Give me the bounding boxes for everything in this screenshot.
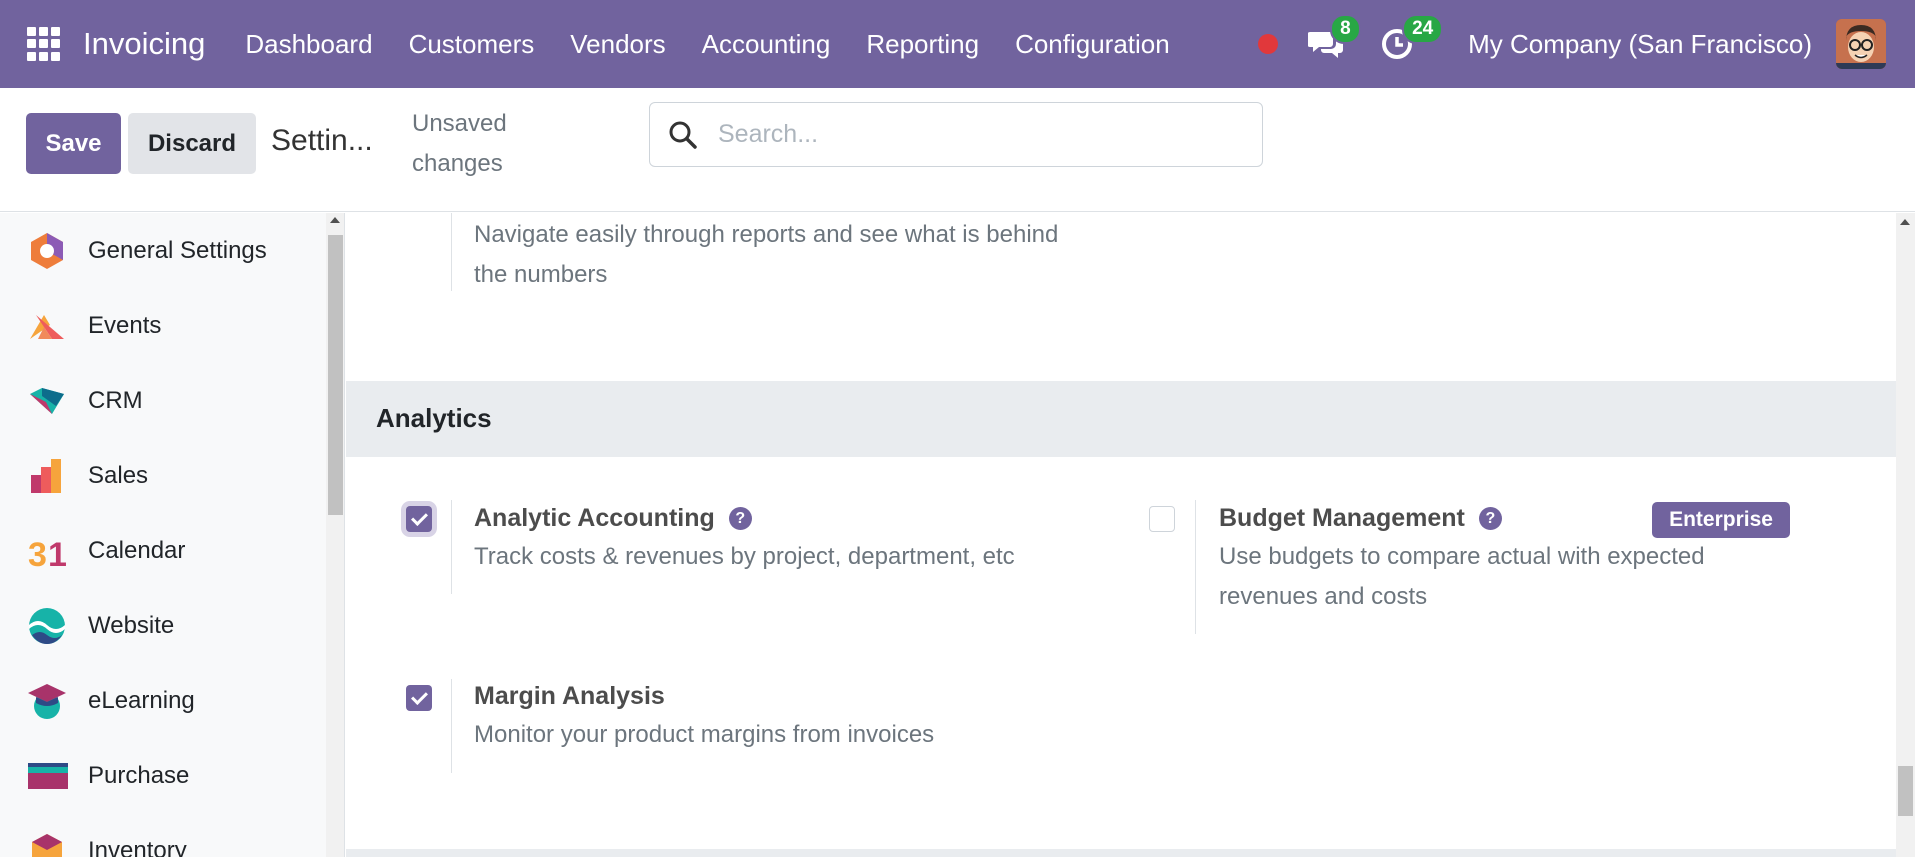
scrollbar-thumb[interactable] [328,235,343,515]
setting-title-text: Margin Analysis [474,682,665,710]
search-box[interactable] [649,102,1263,167]
calendar-icon: 3 1 [28,536,67,572]
sidebar-item-label: Events [88,312,162,339]
setting-title: Analytic Accounting ? [474,504,1015,533]
messages-count-badge: 8 [1330,14,1361,44]
app-brand[interactable]: Invoicing [83,26,205,62]
sidebar-item-label: eLearning [88,687,195,714]
search-input[interactable] [718,120,1218,149]
sidebar-item-elearning[interactable]: eLearning [0,671,320,731]
unsaved-changes-indicator: Unsaved changes [412,110,507,177]
sidebar-item-label: Sales [88,462,149,489]
menu-dashboard[interactable]: Dashboard [245,29,372,60]
save-button[interactable]: Save [26,113,121,174]
menu-vendors[interactable]: Vendors [570,29,665,60]
sidebar-item-label: Inventory [88,837,187,857]
sidebar-item-label: Purchase [88,762,190,789]
scroll-up-icon[interactable] [1900,219,1910,225]
margin-analysis-checkbox[interactable] [406,685,432,711]
content-scrollbar[interactable] [1896,213,1915,857]
scrollbar-thumb[interactable] [1898,766,1913,816]
help-icon[interactable]: ? [728,507,752,530]
sidebar-item-calendar[interactable]: 3 1 Calendar [0,521,320,581]
website-icon [29,608,65,644]
control-panel: Save Discard Settin... Unsaved changes [0,88,1915,212]
sidebar-item-events[interactable]: Events [0,296,320,356]
setting-description: Track costs & revenues by project, depar… [474,543,1015,570]
enterprise-badge[interactable]: Enterprise [1652,502,1790,538]
setting-description: Monitor your product margins from invoic… [474,721,935,748]
setting-title-text: Budget Management [1219,504,1465,532]
divider [451,679,452,773]
menu-reporting[interactable]: Reporting [866,29,979,60]
sidebar-item-purchase[interactable]: Purchase [0,746,320,806]
discard-button[interactable]: Discard [128,113,256,174]
sidebar-item-sales[interactable]: Sales [0,446,320,506]
analytic-accounting-checkbox[interactable] [406,506,432,532]
company-switcher[interactable]: My Company (San Francisco) [1468,29,1812,60]
setting-title: Margin Analysis [474,682,934,711]
search-icon [669,121,697,149]
activities-count-badge: 24 [1402,14,1444,44]
activities-button[interactable]: 24 [1380,14,1444,64]
svg-text:3: 3 [28,536,47,572]
elearning-icon [28,684,66,719]
menu-customers[interactable]: Customers [409,29,535,60]
help-icon[interactable]: ? [1478,507,1502,530]
divider [451,213,452,291]
messages-button[interactable]: 8 [1308,14,1361,64]
top-navbar: Invoicing Dashboard Customers Vendors Ac… [0,0,1915,88]
setting-description: Navigate easily through reports and see … [474,221,1059,288]
sidebar-item-inventory[interactable]: Inventory [0,821,320,857]
sidebar-item-website[interactable]: Website [0,596,320,656]
settings-sidebar: General Settings Events CRM Sales 3 1 Ca… [0,213,345,857]
section-title: Analytics [376,403,492,433]
sidebar-item-crm[interactable]: CRM [0,371,320,431]
crm-icon [30,388,64,414]
breadcrumb: Settin... [271,124,373,157]
sidebar-item-general-settings[interactable]: General Settings [0,221,320,281]
menu-accounting[interactable]: Accounting [702,29,831,60]
recording-indicator-icon[interactable] [1258,34,1279,54]
setting-title-text: Analytic Accounting [474,504,715,532]
setting-analytic-accounting: Analytic Accounting ? Track costs & reve… [474,504,1015,577]
setting-description: Use budgets to compare actual with expec… [1219,543,1705,610]
user-avatar[interactable] [1836,19,1886,69]
purchase-icon [28,763,68,789]
sales-icon [31,459,61,493]
sidebar-item-label: Calendar [88,537,186,564]
apps-menu-icon[interactable] [27,27,61,61]
section-divider [346,849,1896,857]
setting-margin-analysis: Margin Analysis Monitor your product mar… [474,682,934,755]
divider [451,500,452,594]
settings-content: Navigate easily through reports and see … [346,213,1915,857]
sidebar-item-label: General Settings [88,237,267,264]
sidebar-scrollbar[interactable] [326,213,344,857]
events-icon [30,315,64,339]
budget-management-checkbox[interactable] [1149,506,1175,532]
svg-text:1: 1 [48,536,67,572]
section-header: Analytics [346,381,1896,457]
sidebar-item-label: CRM [88,387,143,414]
menu-configuration[interactable]: Configuration [1015,29,1170,60]
inventory-icon [32,834,62,857]
divider [1195,500,1196,634]
sidebar-item-label: Website [88,612,175,639]
scroll-up-icon[interactable] [330,217,340,223]
general-settings-icon [31,233,63,269]
